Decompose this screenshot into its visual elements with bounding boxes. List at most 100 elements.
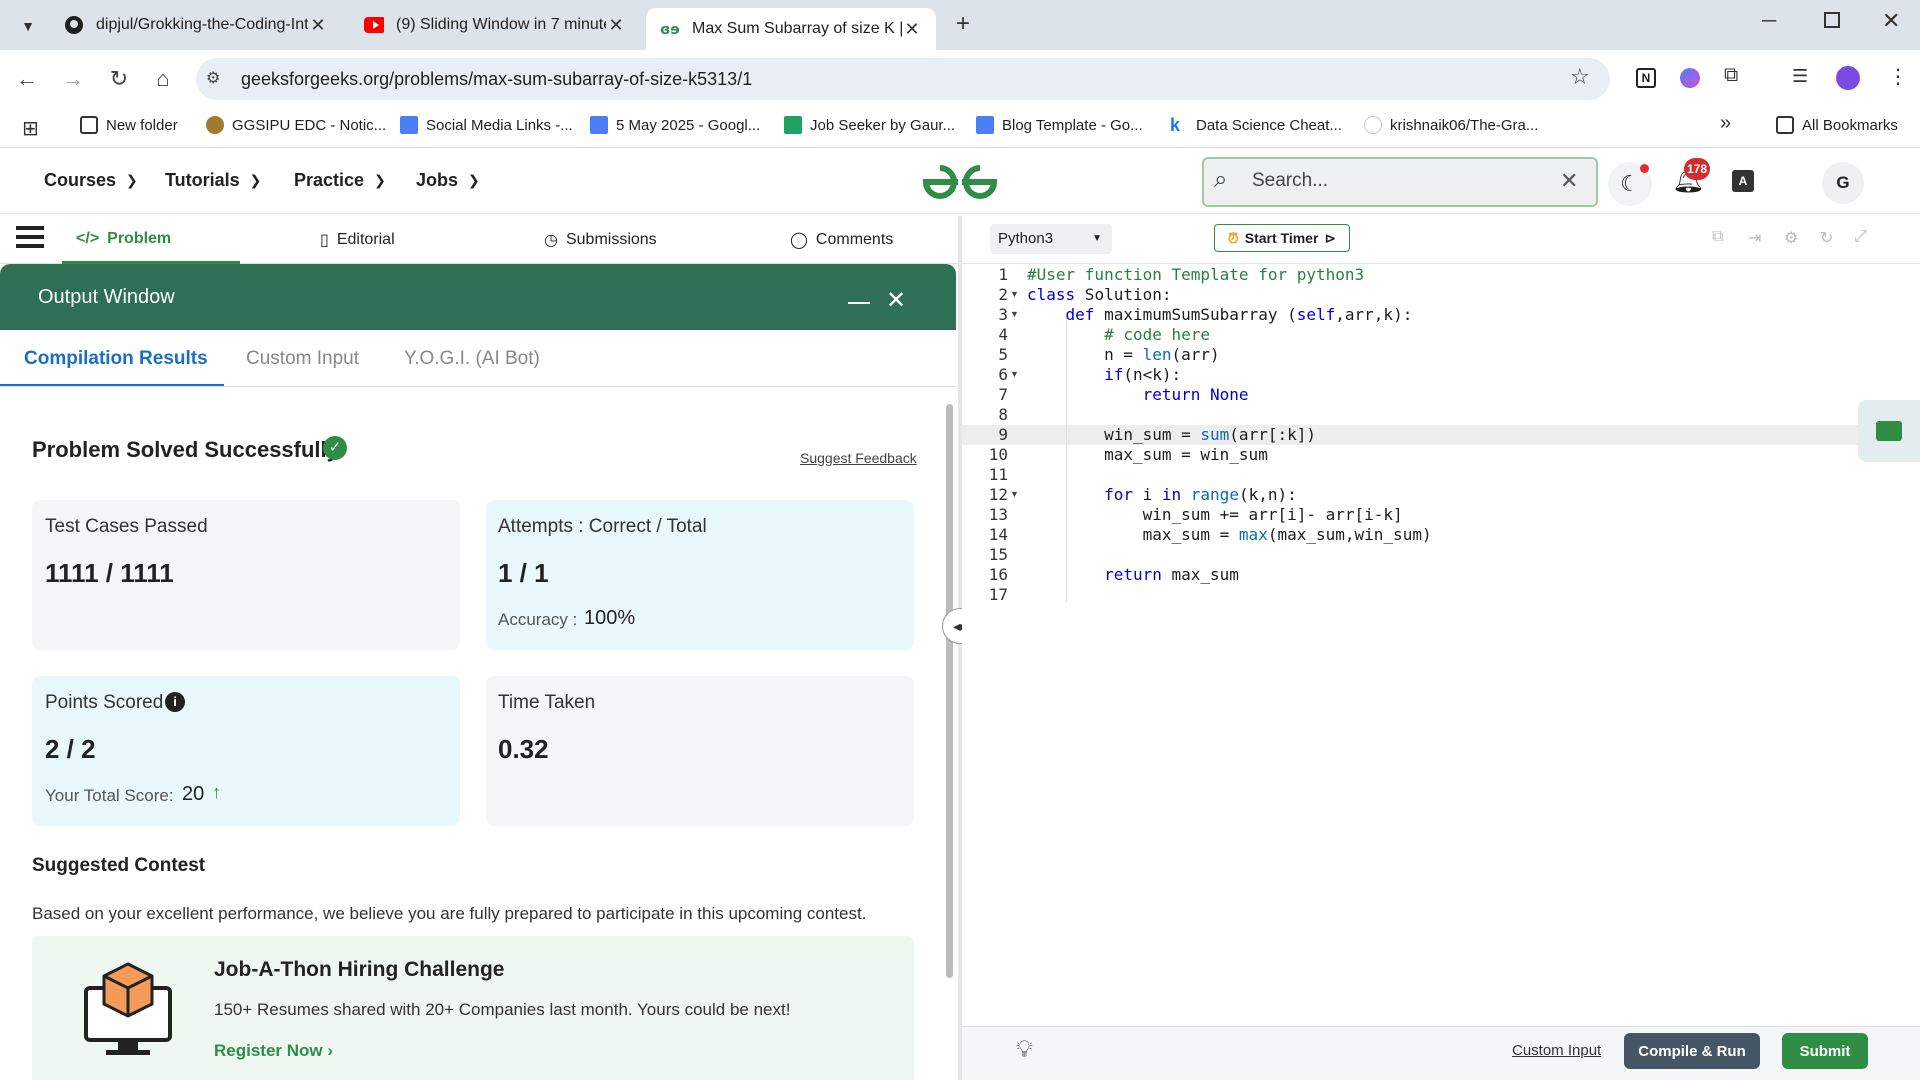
suggest-feedback-link[interactable]: Suggest Feedback xyxy=(800,450,917,466)
submit-button[interactable]: Submit xyxy=(1782,1033,1868,1069)
url-text[interactable]: geeksforgeeks.org/problems/max-sum-subar… xyxy=(241,69,752,90)
tab-search-button[interactable]: ▼ xyxy=(14,12,42,40)
code-line[interactable]: # code here xyxy=(1027,325,1210,344)
bookmark-job-seeker[interactable]: Job Seeker by Gaur... xyxy=(784,116,955,134)
code-line[interactable]: win_sum = sum(arr[:k]) xyxy=(1027,425,1316,444)
extension-icon[interactable] xyxy=(1680,68,1700,88)
home-icon[interactable]: ⌂ xyxy=(148,64,178,94)
menu-courses[interactable]: Courses ❯ xyxy=(44,170,138,191)
export-icon[interactable]: ⇥ xyxy=(1748,228,1761,248)
clear-search-icon[interactable]: ✕ xyxy=(1560,168,1578,194)
code-line[interactable]: max_sum = win_sum xyxy=(1027,445,1268,464)
notion-extension-icon[interactable]: N xyxy=(1636,68,1656,88)
alarm-icon: ⏰︎ xyxy=(1227,229,1239,246)
browser-tab-github[interactable]: dipjul/Grokking-the-Coding-Int ✕ xyxy=(50,6,342,44)
minimize-window-icon[interactable]: ─ xyxy=(1762,10,1776,33)
lightbulb-icon[interactable]: 💡︎ xyxy=(1016,1036,1033,1064)
line-number: 15 xyxy=(988,545,1008,564)
back-arrow-icon[interactable]: ← xyxy=(12,64,42,94)
test-cases-value: 1111 / 1111 xyxy=(45,558,174,588)
bookmarks-overflow-icon[interactable]: » xyxy=(1720,112,1731,135)
restore-window-icon[interactable] xyxy=(1824,12,1840,28)
menu-jobs[interactable]: Jobs ❯ xyxy=(416,170,480,191)
new-tab-button[interactable]: + xyxy=(948,10,978,40)
points-value: 2 / 2 xyxy=(45,734,96,764)
compile-run-button[interactable]: Compile & Run xyxy=(1624,1033,1760,1069)
start-timer-button[interactable]: ⏰︎ Start Timer ⊳ xyxy=(1214,224,1350,252)
browser-tab-youtube[interactable]: (9) Sliding Window in 7 minute ✕ xyxy=(350,6,640,44)
bookmark-new-folder[interactable]: New folder xyxy=(80,116,178,134)
all-bookmarks[interactable]: All Bookmarks xyxy=(1776,116,1898,134)
info-icon[interactable]: i xyxy=(165,692,185,712)
close-icon[interactable]: ✕ xyxy=(606,15,626,36)
output-tab-compilation[interactable]: Compilation Results xyxy=(24,348,208,370)
settings-icon[interactable]: ⚙ xyxy=(1784,228,1798,248)
user-avatar[interactable]: G xyxy=(1822,162,1864,204)
time-label: Time Taken xyxy=(498,692,596,713)
close-window-icon[interactable]: ✕ xyxy=(1882,8,1900,34)
bookmark-star-icon[interactable]: ☆ xyxy=(1570,64,1590,90)
code-line[interactable]: max_sum = max(max_sum,win_sum) xyxy=(1027,525,1432,544)
hamburger-menu-icon[interactable] xyxy=(16,226,44,248)
output-tab-custom-input[interactable]: Custom Input xyxy=(246,348,359,370)
fold-arrow-icon[interactable]: ▼ xyxy=(1010,369,1019,379)
code-line[interactable]: win_sum += arr[i]- arr[i-k] xyxy=(1027,505,1403,524)
fold-arrow-icon[interactable]: ▼ xyxy=(1010,289,1019,299)
profile-avatar[interactable] xyxy=(1836,66,1860,90)
bookmark-blog-template[interactable]: Blog Template - Go... xyxy=(976,116,1143,134)
tab-comments[interactable]: ◯ Comments xyxy=(790,230,893,250)
chat-fab[interactable] xyxy=(1858,400,1920,462)
media-control-icon[interactable]: ☰ xyxy=(1792,66,1808,87)
code-line[interactable]: def maximumSumSubarray (self,arr,k): xyxy=(1027,305,1413,324)
bookmark-krishnaik[interactable]: krishnaik06/The-Gra... xyxy=(1364,116,1538,134)
language-select[interactable]: Python3 ▼ xyxy=(990,224,1112,254)
gfg-logo[interactable] xyxy=(922,163,998,206)
menu-practice[interactable]: Practice ❯ xyxy=(294,170,386,191)
forward-arrow-icon[interactable]: → xyxy=(58,64,88,94)
reload-icon[interactable]: ↻ xyxy=(104,64,134,94)
fullscreen-icon[interactable]: ⤢ xyxy=(1854,228,1867,246)
comment-icon: ◯ xyxy=(790,232,808,249)
code-line[interactable]: return None xyxy=(1027,385,1249,404)
code-line[interactable]: #User function Template for python3 xyxy=(1027,265,1364,284)
code-line[interactable]: return max_sum xyxy=(1027,565,1239,584)
close-icon[interactable]: ✕ xyxy=(308,15,328,36)
check-circle-icon: ✓ xyxy=(323,436,347,460)
fold-arrow-icon[interactable]: ▼ xyxy=(1010,309,1019,319)
chevron-down-icon: ❯ xyxy=(126,172,138,188)
code-line[interactable]: class Solution: xyxy=(1027,285,1172,304)
site-info-icon[interactable]: ⚙ xyxy=(206,68,220,88)
search-input[interactable]: Search... xyxy=(1252,170,1328,192)
menu-tutorials[interactable]: Tutorials ❯ xyxy=(165,170,261,191)
code-line[interactable]: n = len(arr) xyxy=(1027,345,1220,364)
bookmark-may-2025[interactable]: 5 May 2025 - Googl... xyxy=(590,116,760,134)
browser-tab-gfg[interactable]: ɞɘ Max Sum Subarray of size K | Pr ✕ xyxy=(646,8,936,50)
translate-icon[interactable]: A xyxy=(1732,170,1754,192)
extensions-puzzle-icon[interactable]: ⧉ xyxy=(1724,64,1738,87)
tab-editorial[interactable]: ▯ Editorial xyxy=(320,230,395,250)
bookmark-ggsipu[interactable]: GGSIPU EDC - Notic... xyxy=(206,116,386,134)
chevron-down-icon: ❯ xyxy=(374,172,386,188)
apps-grid-icon[interactable]: ⊞ xyxy=(22,116,39,141)
close-icon[interactable]: ✕ xyxy=(902,19,922,40)
fold-arrow-icon[interactable]: ▼ xyxy=(1010,489,1019,499)
browser-menu-icon[interactable]: ⋮ xyxy=(1888,64,1908,89)
tab-problem[interactable]: </> Problem xyxy=(76,230,171,248)
close-icon[interactable]: ✕ xyxy=(886,286,906,315)
tab-submissions[interactable]: ◷ Submissions xyxy=(544,230,657,250)
docs-icon xyxy=(590,116,608,134)
register-now-link[interactable]: Register Now › xyxy=(214,1041,333,1061)
output-scrollbar[interactable] xyxy=(946,404,953,978)
bookmark-social-media[interactable]: Social Media Links -... xyxy=(400,116,573,134)
attempts-value: 1 / 1 xyxy=(498,558,549,588)
line-number: 10 xyxy=(988,445,1008,464)
copy-icon[interactable]: ⧉ xyxy=(1712,228,1723,246)
clock-icon: ◷ xyxy=(544,232,558,249)
code-line[interactable]: for i in range(k,n): xyxy=(1027,485,1297,504)
code-line[interactable]: if(n<k): xyxy=(1027,365,1181,384)
custom-input-link[interactable]: Custom Input xyxy=(1512,1042,1601,1059)
output-tab-yogi[interactable]: Y.O.G.I. (AI Bot) xyxy=(404,348,540,370)
minimize-icon[interactable] xyxy=(848,292,870,304)
reset-icon[interactable]: ↻ xyxy=(1820,228,1833,248)
bookmark-data-science[interactable]: k Data Science Cheat... xyxy=(1170,116,1342,134)
